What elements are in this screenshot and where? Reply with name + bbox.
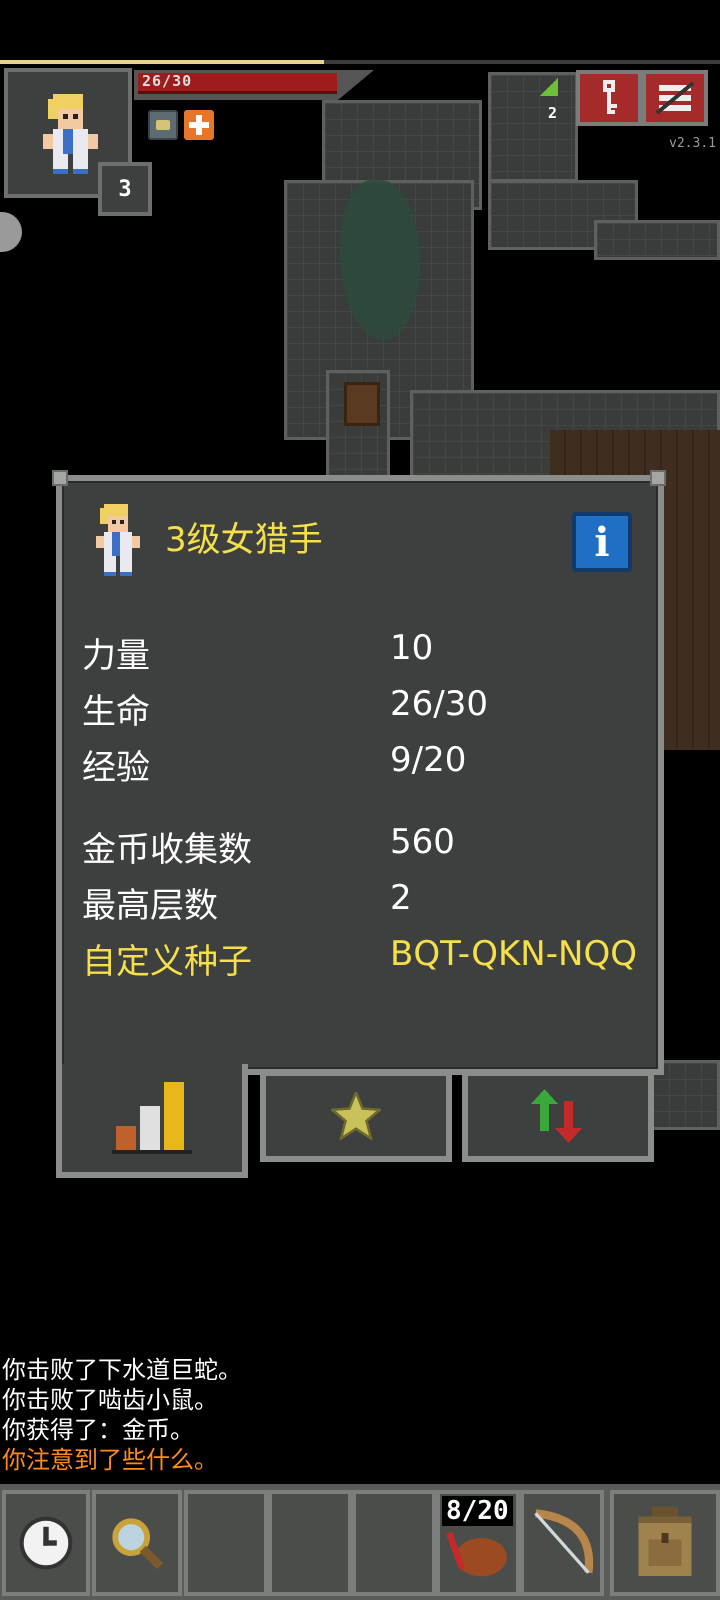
stat-value-gold: 560 bbox=[390, 822, 455, 862]
log-line-highlight: 你注意到了些什么。 bbox=[2, 1446, 218, 1474]
stat-value-max-depth: 2 bbox=[390, 878, 412, 918]
journal-button[interactable] bbox=[576, 70, 642, 126]
depth-number: 2 bbox=[548, 104, 558, 122]
window-corner bbox=[650, 470, 666, 486]
stats-tab[interactable] bbox=[56, 1064, 248, 1178]
huntress-avatar-icon bbox=[43, 94, 98, 174]
menu-icon bbox=[655, 81, 695, 115]
backpack-button[interactable] bbox=[610, 1490, 720, 1596]
stat-label-hp: 生命 bbox=[82, 692, 150, 732]
xp-bar bbox=[0, 60, 324, 64]
backpack-icon bbox=[638, 1506, 692, 1576]
search-button[interactable] bbox=[92, 1490, 182, 1596]
hero-title: 3级女猎手 bbox=[165, 520, 323, 560]
stat-label-seed: 自定义种子 bbox=[82, 942, 252, 982]
quiver-icon bbox=[446, 1531, 507, 1577]
wait-button[interactable] bbox=[2, 1490, 90, 1596]
stairs-icon bbox=[540, 78, 558, 96]
clock-icon bbox=[19, 1516, 73, 1570]
hero-level-badge: 3 bbox=[98, 162, 152, 216]
menu-button[interactable] bbox=[642, 70, 708, 126]
hero-info-button[interactable]: i bbox=[572, 512, 632, 572]
bar-chart-icon bbox=[112, 1082, 192, 1154]
info-icon: i bbox=[594, 518, 610, 566]
depth-indicator[interactable] bbox=[540, 78, 558, 96]
stat-value-seed: BQT-QKN-NQQ bbox=[390, 934, 637, 974]
window-corner bbox=[52, 470, 68, 486]
quickslot-3[interactable] bbox=[352, 1490, 436, 1596]
stat-label-strength: 力量 bbox=[82, 636, 150, 676]
stat-label-max-depth: 最高层数 bbox=[82, 886, 218, 926]
star-icon bbox=[331, 1092, 381, 1140]
hp-text: 26/30 bbox=[142, 72, 193, 90]
talents-tab[interactable] bbox=[260, 1070, 452, 1162]
quiver-count: 8/20 bbox=[442, 1496, 513, 1526]
stat-label-gold: 金币收集数 bbox=[82, 830, 252, 870]
quickslot-2[interactable] bbox=[268, 1490, 352, 1596]
key-icon bbox=[603, 80, 617, 114]
weapon-slot[interactable] bbox=[520, 1490, 604, 1596]
stat-value-hp: 26/30 bbox=[390, 684, 488, 724]
stat-label-exp: 经验 bbox=[82, 748, 150, 788]
huntress-avatar-icon bbox=[96, 504, 140, 576]
buff-heal-icon[interactable] bbox=[184, 110, 214, 140]
version-label: v2.3.1 bbox=[669, 136, 716, 151]
stat-value-strength: 10 bbox=[390, 628, 434, 668]
quickslot-1[interactable] bbox=[184, 1490, 268, 1596]
bow-icon bbox=[534, 1509, 594, 1574]
search-icon bbox=[112, 1518, 164, 1570]
stat-value-exp: 9/20 bbox=[390, 740, 467, 780]
buffs-tab[interactable] bbox=[462, 1070, 654, 1162]
up-down-arrows-icon bbox=[531, 1089, 582, 1143]
buff-gold-icon[interactable] bbox=[148, 110, 178, 140]
